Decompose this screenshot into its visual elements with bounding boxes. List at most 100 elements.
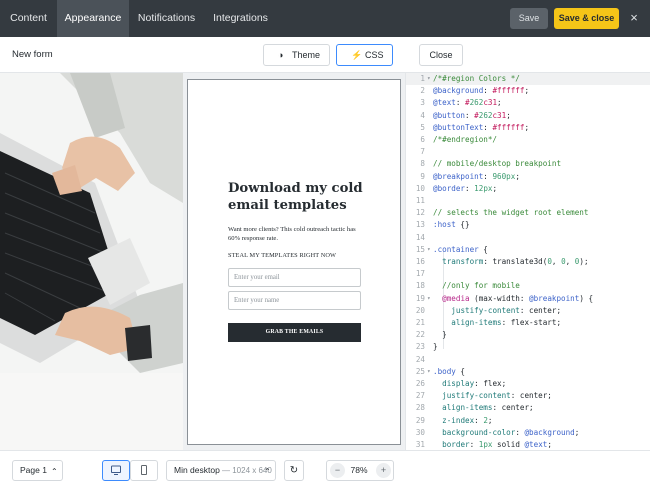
code-text: @background: #ffffff; [433, 86, 530, 96]
line-number: 30 [415, 427, 425, 437]
code-text: z-index: 2; [442, 415, 493, 425]
code-text: .container { [433, 244, 488, 254]
code-line[interactable]: 22 } [406, 329, 650, 341]
tab-content[interactable]: Content [0, 0, 57, 37]
code-line[interactable]: 9 @breakpoint: 960px; [406, 171, 650, 183]
code-line[interactable]: 5 @buttonText: #ffffff; [406, 122, 650, 134]
save-button[interactable]: Save [510, 8, 548, 29]
tab-notifications[interactable]: Notifications [129, 0, 204, 37]
mobile-icon [141, 465, 147, 475]
fold-arrow-icon[interactable]: ▾ [427, 293, 431, 305]
code-line[interactable]: 21 align-items: flex-start; [406, 317, 650, 329]
line-number: 31 [415, 440, 425, 449]
code-line[interactable]: 19 ▾ @media (max-width: @breakpoint) { [406, 293, 650, 305]
code-line[interactable]: 16 transform: translate3d(0, 0, 0); [406, 256, 650, 268]
chevron-up-icon: ⌃ [51, 467, 58, 476]
code-line[interactable]: 20 justify-content: center; [406, 305, 650, 317]
code-line[interactable]: 14 [406, 232, 650, 244]
name-field[interactable]: Enter your name [228, 291, 361, 310]
code-line[interactable]: 24 [406, 354, 650, 366]
laptop-photo [0, 73, 183, 450]
code-text: justify-content: center; [442, 391, 552, 401]
css-button[interactable]: ⚡ CSS [336, 44, 393, 66]
code-text: /*#endregion*/ [433, 135, 498, 144]
line-number: 26 [415, 379, 425, 388]
close-icon[interactable]: × [626, 9, 642, 27]
line-number: 19 [415, 293, 425, 303]
grab-emails-button[interactable]: GRAB THE EMAILS [228, 323, 361, 342]
code-line[interactable]: 7 [406, 146, 650, 158]
desktop-icon [111, 465, 121, 475]
code-line[interactable]: 10 @border: 12px; [406, 183, 650, 195]
fold-arrow-icon[interactable]: ▾ [427, 73, 431, 85]
line-number: 27 [415, 391, 425, 401]
code-line[interactable]: 31 border: 1px solid @text; [406, 439, 650, 450]
editor-header: New form ◑ Theme ⚡ CSS Close [0, 37, 650, 73]
line-number: 29 [415, 415, 425, 425]
fold-arrow-icon[interactable]: ▾ [427, 366, 431, 378]
theme-button-label: Theme [292, 50, 321, 60]
code-line[interactable]: 28 align-items: center; [406, 402, 650, 414]
code-line[interactable]: 3 @text: #262c31; [406, 97, 650, 109]
code-text: @border: 12px; [433, 183, 498, 193]
page-select[interactable]: Page 1 ⌃ [12, 460, 63, 481]
code-line[interactable]: 29 z-index: 2; [406, 415, 650, 427]
code-line[interactable]: 30 background-color: @background; [406, 427, 650, 439]
code-line[interactable]: 27 justify-content: center; [406, 390, 650, 402]
desktop-view-button[interactable] [102, 460, 130, 481]
code-line[interactable]: 12 // selects the widget root element [406, 207, 650, 219]
code-line[interactable]: 11 [406, 195, 650, 207]
code-text: } [433, 342, 438, 352]
code-text: align-items: flex-start; [451, 318, 562, 327]
theme-button[interactable]: ◑ Theme [263, 44, 330, 66]
line-number: 1 [420, 74, 425, 83]
mobile-view-button[interactable] [130, 460, 158, 481]
email-field[interactable]: Enter your email [228, 268, 361, 287]
code-line[interactable]: 8 // mobile/desktop breakpoint [406, 158, 650, 170]
code-text: // selects the widget root element [433, 208, 589, 218]
code-line[interactable]: 4 @button: #262c31; [406, 110, 650, 122]
viewport-select[interactable]: Min desktop — 1024 x 640 ⌃ [166, 460, 276, 481]
rotate-button[interactable]: ↻ [284, 460, 304, 481]
line-number: 4 [420, 110, 425, 120]
code-line[interactable]: 23} [406, 341, 650, 353]
line-number: 21 [415, 318, 425, 327]
zoom-in-button[interactable]: + [376, 463, 391, 478]
css-code-editor[interactable]: 1 ▾/*#region Colors */2 @background: #ffff… [406, 73, 650, 450]
code-text: } [433, 330, 447, 340]
code-line[interactable]: 6 /*#endregion*/ [406, 134, 650, 146]
code-text: @breakpoint: 960px; [433, 171, 520, 181]
code-text: background-color: @background; [442, 427, 580, 437]
code-line[interactable]: 15 ▾ .container { [406, 244, 650, 256]
tab-integrations[interactable]: Integrations [204, 0, 277, 37]
line-number: 13 [415, 220, 425, 230]
bottom-toolbar: Page 1 ⌃ Min desktop — 1024 x 640 ⌃ ↻ − … [0, 450, 650, 488]
close-button[interactable]: Close [419, 44, 463, 66]
code-text: //only for mobile [433, 281, 520, 291]
form-preview: Download my cold email templates Want mo… [0, 73, 406, 450]
code-line[interactable]: 1 ▾/*#region Colors */ [406, 73, 650, 86]
code-line[interactable]: 13:host {} [406, 219, 650, 231]
line-number: 5 [420, 122, 425, 132]
save-close-button[interactable]: Save & close [554, 8, 619, 29]
code-line[interactable]: 18 //only for mobile [406, 280, 650, 292]
line-number: 23 [415, 342, 425, 352]
code-line[interactable]: 2 @background: #ffffff; [406, 85, 650, 97]
line-number: 11 [415, 196, 425, 205]
line-number: 28 [415, 403, 425, 413]
code-line[interactable]: 17 [406, 268, 650, 280]
line-number: 24 [415, 354, 425, 364]
form-card: Download my cold email templates Want mo… [187, 79, 401, 445]
form-cta-heading: STEAL MY TEMPLATES RIGHT NOW [228, 252, 337, 259]
code-text: display: flex; [442, 379, 507, 388]
code-line[interactable]: 26 display: flex; [406, 378, 650, 390]
line-number: 16 [415, 257, 425, 266]
code-text: justify-content: center; [451, 305, 562, 315]
tab-appearance[interactable]: Appearance [57, 0, 129, 37]
code-line[interactable]: 25 ▾ .body { [406, 366, 650, 378]
line-number: 9 [420, 171, 425, 181]
line-number: 15 [415, 244, 425, 254]
fold-arrow-icon[interactable]: ▾ [427, 244, 431, 256]
bolt-icon: ⚡ [351, 50, 363, 60]
zoom-out-button[interactable]: − [330, 463, 345, 478]
